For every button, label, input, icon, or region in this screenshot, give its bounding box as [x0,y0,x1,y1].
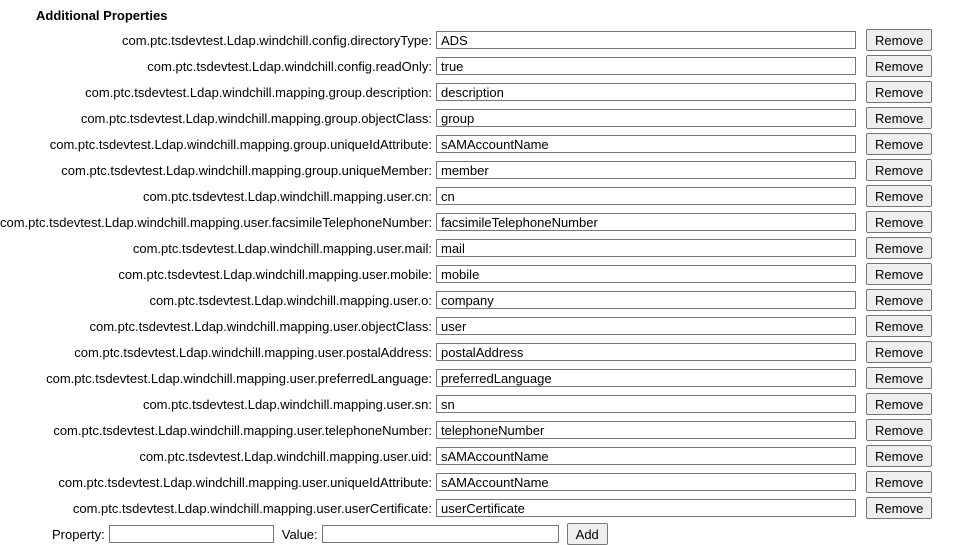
remove-button[interactable]: Remove [866,133,932,155]
property-value-input[interactable] [436,187,856,205]
remove-button[interactable]: Remove [866,471,932,493]
property-value-input[interactable] [436,265,856,283]
property-value-input[interactable] [436,161,856,179]
remove-button[interactable]: Remove [866,393,932,415]
property-value-input[interactable] [436,109,856,127]
remove-button[interactable]: Remove [866,445,932,467]
property-row: com.ptc.tsdevtest.Ldap.windchill.config.… [0,55,960,77]
property-row: com.ptc.tsdevtest.Ldap.windchill.mapping… [0,367,960,389]
property-row: com.ptc.tsdevtest.Ldap.windchill.mapping… [0,419,960,441]
property-key-label: com.ptc.tsdevtest.Ldap.windchill.mapping… [0,137,436,152]
property-key-label: com.ptc.tsdevtest.Ldap.windchill.mapping… [0,215,436,230]
property-row: com.ptc.tsdevtest.Ldap.windchill.mapping… [0,211,960,233]
property-row: com.ptc.tsdevtest.Ldap.windchill.mapping… [0,107,960,129]
property-key-label: com.ptc.tsdevtest.Ldap.windchill.mapping… [0,423,436,438]
property-row: com.ptc.tsdevtest.Ldap.windchill.mapping… [0,185,960,207]
property-row: com.ptc.tsdevtest.Ldap.windchill.mapping… [0,237,960,259]
property-row: com.ptc.tsdevtest.Ldap.windchill.mapping… [0,471,960,493]
remove-button[interactable]: Remove [866,185,932,207]
property-row: com.ptc.tsdevtest.Ldap.windchill.mapping… [0,81,960,103]
property-key-label: com.ptc.tsdevtest.Ldap.windchill.mapping… [0,293,436,308]
property-value-input[interactable] [436,135,856,153]
property-value-input[interactable] [436,369,856,387]
property-row: com.ptc.tsdevtest.Ldap.windchill.mapping… [0,315,960,337]
property-row: com.ptc.tsdevtest.Ldap.windchill.mapping… [0,497,960,519]
new-value-input[interactable] [322,525,559,543]
remove-button[interactable]: Remove [866,497,932,519]
property-key-label: com.ptc.tsdevtest.Ldap.windchill.mapping… [0,111,436,126]
remove-button[interactable]: Remove [866,367,932,389]
property-value-input[interactable] [436,447,856,465]
section-title: Additional Properties [36,8,960,23]
remove-button[interactable]: Remove [866,159,932,181]
property-key-label: com.ptc.tsdevtest.Ldap.windchill.config.… [0,33,436,48]
remove-button[interactable]: Remove [866,289,932,311]
new-property-input[interactable] [109,525,274,543]
property-row: com.ptc.tsdevtest.Ldap.windchill.mapping… [0,445,960,467]
property-value-input[interactable] [436,395,856,413]
property-key-label: com.ptc.tsdevtest.Ldap.windchill.mapping… [0,189,436,204]
property-value-input[interactable] [436,317,856,335]
remove-button[interactable]: Remove [866,107,932,129]
property-value-input[interactable] [436,473,856,491]
property-key-label: com.ptc.tsdevtest.Ldap.windchill.config.… [0,59,436,74]
property-key-label: com.ptc.tsdevtest.Ldap.windchill.mapping… [0,449,436,464]
property-row: com.ptc.tsdevtest.Ldap.windchill.mapping… [0,159,960,181]
property-list: com.ptc.tsdevtest.Ldap.windchill.config.… [0,29,960,519]
property-key-label: com.ptc.tsdevtest.Ldap.windchill.mapping… [0,267,436,282]
new-value-label: Value: [274,527,322,542]
property-value-input[interactable] [436,343,856,361]
property-row: com.ptc.tsdevtest.Ldap.windchill.mapping… [0,393,960,415]
property-value-input[interactable] [436,83,856,101]
property-value-input[interactable] [436,239,856,257]
remove-button[interactable]: Remove [866,81,932,103]
property-value-input[interactable] [436,57,856,75]
remove-button[interactable]: Remove [866,419,932,441]
property-key-label: com.ptc.tsdevtest.Ldap.windchill.mapping… [0,397,436,412]
property-key-label: com.ptc.tsdevtest.Ldap.windchill.mapping… [0,163,436,178]
property-key-label: com.ptc.tsdevtest.Ldap.windchill.mapping… [0,501,436,516]
new-property-label: Property: [52,527,109,542]
property-key-label: com.ptc.tsdevtest.Ldap.windchill.mapping… [0,475,436,490]
remove-button[interactable]: Remove [866,263,932,285]
property-row: com.ptc.tsdevtest.Ldap.windchill.mapping… [0,341,960,363]
property-value-input[interactable] [436,499,856,517]
property-key-label: com.ptc.tsdevtest.Ldap.windchill.mapping… [0,371,436,386]
add-button[interactable]: Add [567,523,608,545]
property-key-label: com.ptc.tsdevtest.Ldap.windchill.mapping… [0,319,436,334]
remove-button[interactable]: Remove [866,211,932,233]
property-row: com.ptc.tsdevtest.Ldap.windchill.config.… [0,29,960,51]
remove-button[interactable]: Remove [866,237,932,259]
property-row: com.ptc.tsdevtest.Ldap.windchill.mapping… [0,263,960,285]
property-key-label: com.ptc.tsdevtest.Ldap.windchill.mapping… [0,85,436,100]
property-row: com.ptc.tsdevtest.Ldap.windchill.mapping… [0,289,960,311]
remove-button[interactable]: Remove [866,315,932,337]
property-key-label: com.ptc.tsdevtest.Ldap.windchill.mapping… [0,241,436,256]
remove-button[interactable]: Remove [866,55,932,77]
remove-button[interactable]: Remove [866,341,932,363]
remove-button[interactable]: Remove [866,29,932,51]
property-row: com.ptc.tsdevtest.Ldap.windchill.mapping… [0,133,960,155]
property-value-input[interactable] [436,213,856,231]
property-key-label: com.ptc.tsdevtest.Ldap.windchill.mapping… [0,345,436,360]
property-value-input[interactable] [436,421,856,439]
property-value-input[interactable] [436,291,856,309]
property-value-input[interactable] [436,31,856,49]
add-property-row: Property: Value: Add [52,523,960,545]
